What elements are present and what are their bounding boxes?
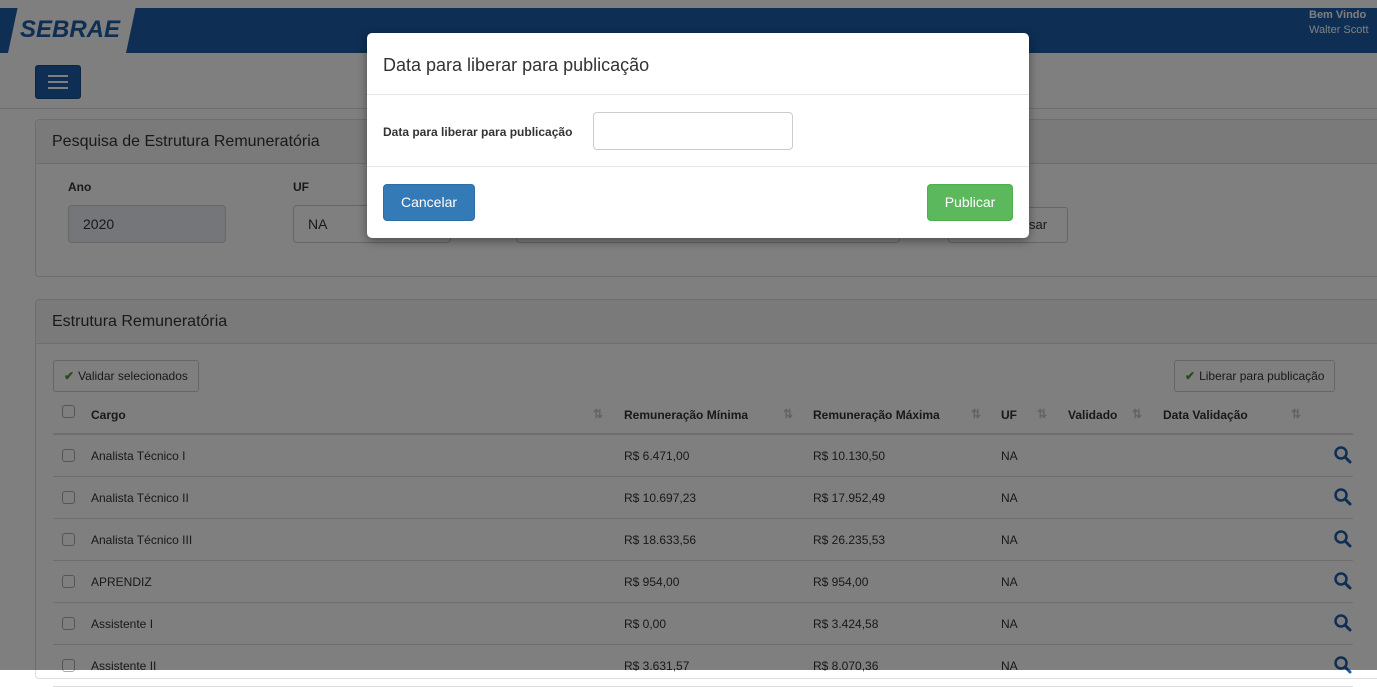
cancel-button[interactable]: Cancelar (383, 184, 475, 221)
publish-date-modal: Data para liberar para publicação Data p… (367, 33, 1029, 238)
modal-title: Data para liberar para publicação (367, 33, 1029, 95)
publish-date-input[interactable] (593, 112, 793, 150)
publish-button[interactable]: Publicar (927, 184, 1013, 221)
publish-date-label: Data para liberar para publicação (383, 125, 573, 139)
modal-body: Data para liberar para publicação (367, 95, 1029, 167)
